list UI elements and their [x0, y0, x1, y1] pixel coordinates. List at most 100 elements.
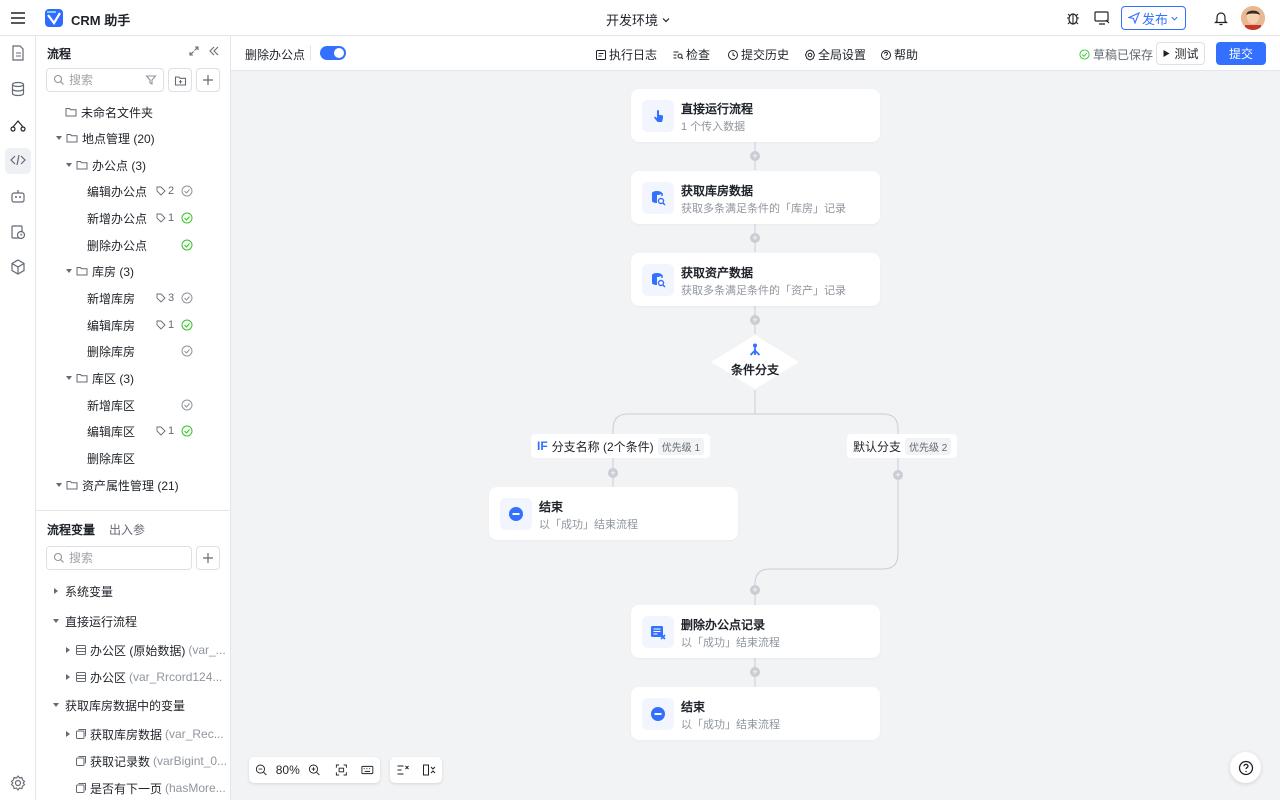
variable-item[interactable]: 获取记录数 (varBigint_0... — [36, 749, 230, 773]
caret-down-icon[interactable] — [54, 133, 64, 143]
help-icon — [1238, 760, 1253, 775]
preview-screen-icon[interactable] — [1093, 9, 1111, 27]
add-variable-button[interactable] — [196, 546, 220, 570]
robot-icon[interactable] — [9, 187, 27, 205]
database-icon[interactable] — [9, 80, 27, 98]
expand-icon[interactable] — [188, 45, 200, 57]
caret-down-icon[interactable] — [64, 160, 74, 170]
tree-item[interactable]: 新增办公点 1 — [36, 206, 230, 230]
tree-folder[interactable]: 地点管理 (20) — [36, 126, 230, 150]
flow-node-end[interactable]: 结束 以「成功」结束流程 — [489, 487, 738, 540]
caret-down-icon[interactable] — [64, 266, 74, 276]
panel-divider[interactable] — [36, 510, 230, 511]
add-node-icon[interactable]: + — [750, 233, 760, 243]
flow-node-start[interactable]: 直接运行流程 1 个传入数据 — [631, 89, 880, 142]
hamburger-menu-icon[interactable] — [9, 9, 27, 27]
branch-default[interactable]: 默认分支 优先级 2 — [847, 434, 958, 458]
variable-label: 办公区 — [90, 670, 127, 685]
tree-item[interactable]: 编辑库区 1 — [36, 419, 230, 443]
publish-button[interactable]: 发布 — [1121, 6, 1186, 30]
node-desc: 获取多条满足条件的「资产」记录 — [681, 285, 846, 297]
variable-group[interactable]: 直接运行流程 — [36, 609, 230, 633]
caret-right-icon[interactable] — [63, 645, 73, 655]
variable-id: (varBigint_0... — [153, 754, 228, 768]
variable-item[interactable]: 是否有下一页 (hasMore... — [36, 776, 230, 800]
user-avatar[interactable] — [1241, 6, 1265, 30]
add-node-icon[interactable]: + — [893, 470, 903, 480]
environment-selector[interactable]: 开发环境 — [606, 10, 671, 29]
add-node-icon[interactable]: + — [750, 667, 760, 677]
tree-folder[interactable]: 未命名文件夹 — [36, 100, 230, 124]
auto-layout-icon[interactable] — [396, 763, 410, 777]
variable-id: (hasMore... — [165, 781, 226, 795]
tree-folder[interactable]: 办公点 (3) — [36, 153, 230, 177]
code-icon[interactable] — [9, 151, 27, 169]
tree-folder[interactable]: 库区 (3) — [36, 366, 230, 390]
new-folder-button[interactable] — [168, 68, 192, 92]
flow-node-get-records[interactable]: 获取库房数据 获取多条满足条件的「库房」记录 — [631, 171, 880, 224]
caret-right-icon[interactable] — [51, 586, 61, 596]
variable-search-box[interactable] — [46, 546, 192, 570]
caret-down-icon[interactable] — [51, 700, 61, 710]
schedule-icon[interactable] — [9, 223, 27, 241]
tree-label: 删除库区 — [87, 451, 136, 466]
flow-node-condition[interactable]: 条件分支 — [710, 334, 800, 390]
tree-item[interactable]: 编辑办公点 2 — [36, 179, 230, 203]
tab-input-output[interactable]: 出入参 — [109, 521, 145, 538]
bug-icon[interactable] — [1064, 9, 1082, 27]
tree-item[interactable]: 删除库房 — [36, 339, 230, 363]
node-desc: 以「成功」结束流程 — [681, 637, 780, 649]
tree-folder[interactable]: 库房 (3) — [36, 259, 230, 283]
flow-node-end[interactable]: 结束 以「成功」结束流程 — [631, 687, 880, 740]
check-circle-icon — [181, 425, 193, 437]
floating-help-button[interactable] — [1230, 752, 1261, 783]
add-node-icon[interactable]: + — [608, 468, 618, 478]
version-tag: 1 — [156, 319, 174, 331]
minimap-icon[interactable] — [422, 763, 436, 777]
caret-down-icon[interactable] — [54, 480, 64, 490]
variable-search-input[interactable] — [69, 551, 139, 565]
variable-item[interactable]: 获取库房数据 (var_Rec... — [36, 722, 230, 746]
node-title: 获取库房数据 — [681, 184, 754, 198]
add-node-icon[interactable]: + — [750, 151, 760, 161]
caret-down-icon[interactable] — [64, 373, 74, 383]
keyboard-icon[interactable] — [361, 763, 374, 777]
zoom-in-icon[interactable] — [308, 763, 321, 777]
tree-item[interactable]: 新增库房 3 — [36, 286, 230, 310]
flow-search-input[interactable] — [69, 73, 139, 87]
document-icon[interactable] — [9, 44, 27, 62]
add-flow-button[interactable] — [196, 68, 220, 92]
caret-right-icon[interactable] — [63, 729, 73, 739]
bell-icon[interactable] — [1212, 9, 1230, 27]
zoom-out-icon[interactable] — [255, 763, 268, 777]
cube-icon[interactable] — [9, 258, 27, 276]
tree-item[interactable]: 删除办公点 — [36, 233, 230, 257]
workflow-icon[interactable] — [9, 116, 27, 134]
add-node-icon[interactable]: + — [750, 315, 760, 325]
left-rail — [0, 36, 36, 800]
variable-group[interactable]: 获取库房数据中的变量 — [36, 693, 230, 717]
filter-icon[interactable] — [145, 74, 157, 86]
caret-right-icon[interactable] — [63, 672, 73, 682]
variable-group[interactable]: 系统变量 — [36, 579, 230, 603]
variable-item[interactable]: 办公区 (var_Rrcord124... — [36, 665, 230, 689]
folder-icon — [65, 108, 77, 117]
flow-canvas[interactable]: 删除办公点 执行日志 检查 提交历史 全局设置 帮助 草稿已保存 测试 提交 直… — [231, 36, 1280, 800]
variable-label: 直接运行流程 — [65, 614, 138, 629]
fit-view-icon[interactable] — [335, 763, 348, 777]
tab-flow-variables[interactable]: 流程变量 — [47, 521, 95, 538]
collapse-panel-icon[interactable] — [208, 45, 220, 57]
variable-item[interactable]: 办公区 (原始数据) (var_... — [36, 638, 230, 662]
tree-folder[interactable]: 资产属性管理 (21) — [36, 473, 230, 497]
caret-down-icon[interactable] — [51, 616, 61, 626]
tree-item[interactable]: 新增库区 — [36, 393, 230, 417]
tree-item[interactable]: 编辑库房 1 — [36, 313, 230, 337]
flow-search-box[interactable] — [46, 68, 164, 92]
branch-if[interactable]: IF 分支名称 (2个条件) 优先级 1 — [531, 434, 711, 458]
flow-node-delete-record[interactable]: 删除办公点记录 以「成功」结束流程 — [631, 605, 880, 658]
settings-gear-icon[interactable] — [9, 774, 27, 792]
add-node-icon[interactable]: + — [750, 585, 760, 595]
tree-item[interactable]: 删除库区 — [36, 446, 230, 470]
flow-node-get-records[interactable]: 获取资产数据 获取多条满足条件的「资产」记录 — [631, 253, 880, 306]
tag-icon — [156, 293, 166, 303]
